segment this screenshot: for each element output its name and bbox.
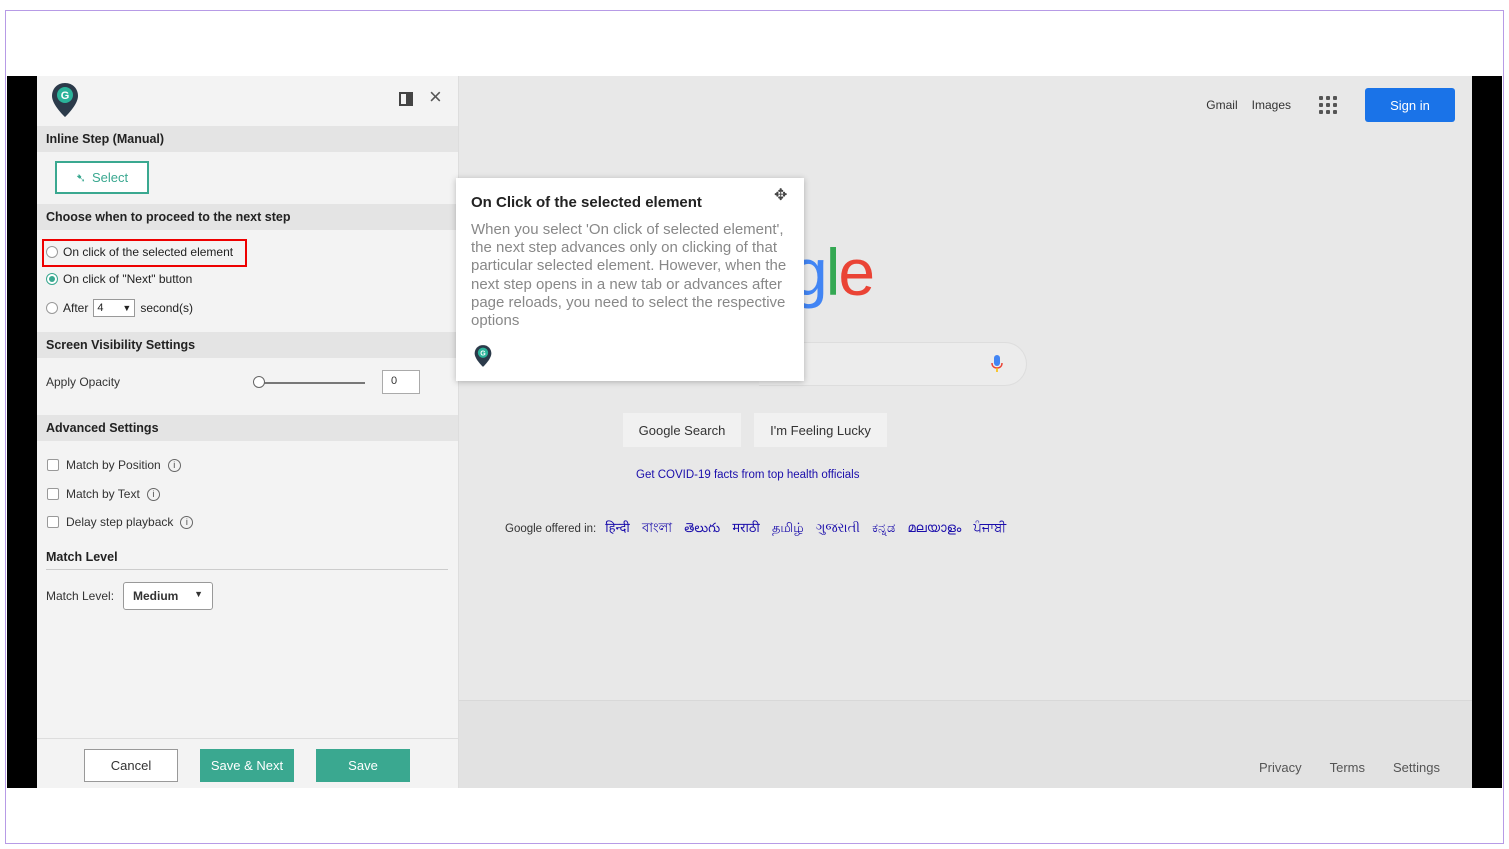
cancel-button[interactable]: Cancel [84,749,178,782]
google-footer-links: Privacy Terms Settings [1259,760,1440,775]
section-advanced: Advanced Settings [37,415,458,441]
language-link[interactable]: മലയാളം [907,520,961,535]
check-match-position[interactable]: Match by Position i [47,458,181,472]
chevron-down-icon: ▼ [122,303,132,313]
sign-in-button[interactable]: Sign in [1365,88,1455,122]
privacy-link[interactable]: Privacy [1259,760,1302,775]
app-logo-icon: G [474,345,492,367]
chevron-down-icon: ▼ [194,589,203,599]
checkbox[interactable] [47,488,59,500]
save-button[interactable]: Save [316,749,410,782]
language-link[interactable]: ગુજરાતી [816,520,860,535]
info-icon[interactable]: i [167,458,181,472]
footer-divider [37,738,458,739]
info-icon[interactable]: i [146,487,160,501]
check-label: Match by Position [66,458,161,472]
radio-button[interactable] [46,302,58,314]
google-search-button[interactable]: Google Search [623,413,741,447]
language-link[interactable]: मराठी [732,520,759,535]
logo-letter-e: e [838,235,875,309]
svg-text:G: G [480,350,486,357]
covid-link[interactable]: Get COVID-19 facts from top health offic… [636,469,860,481]
google-top-bar: Gmail Images Sign in [1206,88,1455,122]
tooltip-title: On Click of the selected element [471,194,702,211]
check-label: Delay step playback [66,515,174,529]
language-link[interactable]: తెలుగు [684,520,720,535]
check-delay-playback[interactable]: Delay step playback i [47,515,194,529]
dock-panel-icon[interactable] [399,92,413,106]
check-label: Match by Text [66,487,140,501]
section-inline-step: Inline Step (Manual) [37,126,458,152]
step-settings-panel: G × Inline Step (Manual) ➷ Select Choose… [37,76,459,788]
radio-label: After [63,301,89,315]
offered-label: Google offered in: [505,523,597,535]
move-icon[interactable]: ✥ [774,185,787,205]
check-match-text[interactable]: Match by Text i [47,487,160,501]
opacity-slider-handle[interactable] [253,376,265,388]
language-offer: Google offered in: हिन्दी বাংলা తెలుగు म… [505,518,1015,540]
match-level-value: Medium [133,589,179,603]
save-next-button[interactable]: Save & Next [200,749,294,782]
panel-header: G × [37,76,458,126]
match-level-label: Match Level: [46,589,115,603]
language-link[interactable]: ಕನ್ನಡ [872,520,895,535]
highlight-box [42,239,247,267]
seconds-label: second(s) [140,301,194,315]
language-links: हिन्दी বাংলা తెలుగు मराठी தமிழ் ગુજરાતી … [605,518,1015,540]
section-match-level: Match Level [46,550,118,564]
logo-letter-l: l [825,235,841,309]
right-black-bar [1472,76,1502,788]
feeling-lucky-button[interactable]: I'm Feeling Lucky [754,413,887,447]
svg-text:G: G [61,90,70,102]
checkbox[interactable] [47,516,59,528]
match-level-select[interactable]: Medium ▼ [123,582,213,610]
radio-on-click-next[interactable]: On click of "Next" button [46,272,192,286]
app-logo-icon: G [52,83,78,117]
apps-grid-icon[interactable] [1319,96,1337,114]
info-icon[interactable]: i [180,515,194,529]
tooltip-body: When you select 'On click of selected el… [471,221,787,330]
select-button-label: Select [91,170,129,185]
opacity-slider-track[interactable] [259,382,365,384]
language-link[interactable]: ਪੰਜਾਬੀ [974,520,1007,535]
section-visibility: Screen Visibility Settings [37,332,458,358]
select-element-button[interactable]: ➷ Select [55,161,149,194]
checkbox[interactable] [47,459,59,471]
seconds-value: 4 [97,302,104,314]
language-link[interactable]: தமிழ் [772,520,804,535]
gmail-link[interactable]: Gmail [1206,98,1237,112]
language-link[interactable]: हिन्दी [605,520,630,535]
radio-label: On click of "Next" button [63,272,193,286]
settings-link[interactable]: Settings [1393,760,1440,775]
terms-link[interactable]: Terms [1330,760,1365,775]
section-proceed: Choose when to proceed to the next step [37,204,458,230]
divider [46,569,448,570]
radio-after-seconds[interactable]: After 4 ▼ second(s) [46,299,193,317]
language-link[interactable]: বাংলা [642,520,672,535]
browser-screenshot: G × Inline Step (Manual) ➷ Select Choose… [7,76,1502,788]
radio-button-selected[interactable] [46,273,58,285]
step-tooltip: On Click of the selected element ✥ When … [456,178,804,381]
close-icon[interactable]: × [429,86,442,108]
microphone-icon[interactable] [991,355,1003,373]
images-link[interactable]: Images [1252,98,1291,112]
opacity-label: Apply Opacity [46,375,121,389]
seconds-select[interactable]: 4 ▼ [93,299,136,317]
opacity-input[interactable]: 0 [382,370,420,394]
cursor-icon: ➷ [75,170,86,185]
